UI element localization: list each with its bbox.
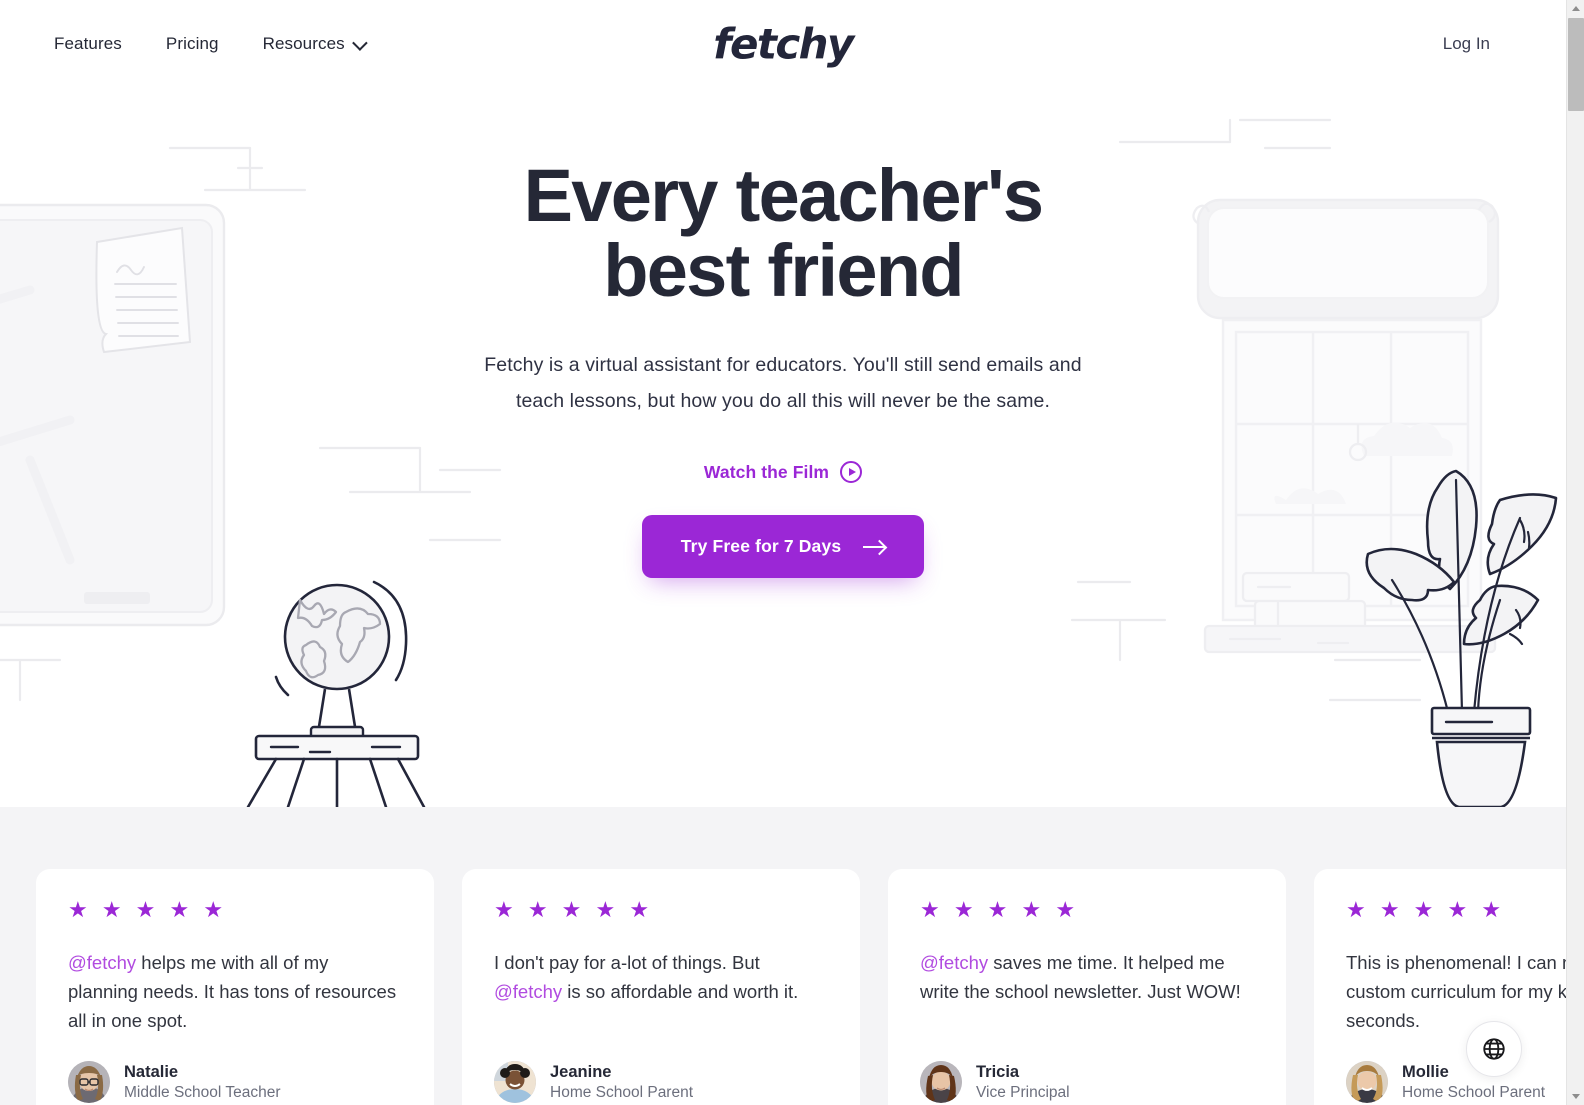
hero-subhead: Fetchy is a virtual assistant for educat… (484, 353, 1082, 412)
star-rating-icon: ★ ★ ★ ★ ★ (68, 897, 228, 922)
quote-after: is so affordable and worth it. (562, 981, 799, 1003)
quote-before: I don't pay for a-lot of things. But (494, 952, 760, 973)
nav-item-pricing[interactable]: Pricing (166, 34, 219, 54)
star-rating-icon: ★ ★ ★ ★ ★ (494, 897, 654, 922)
avatar (1346, 1061, 1388, 1103)
top-navbar: Features Pricing Resources fetchy Log In (0, 0, 1566, 88)
arrow-right-icon (863, 545, 886, 548)
scroll-up-arrow-icon[interactable] (1567, 0, 1584, 17)
chevron-down-icon (351, 34, 368, 51)
nav-item-features-label: Features (54, 34, 122, 53)
testimonial-card: ★ ★ ★ ★ ★ I don't pay for a-lot of thing… (462, 869, 860, 1105)
try-free-button[interactable]: Try Free for 7 Days (642, 515, 924, 579)
author-name: Jeanine (550, 1062, 612, 1081)
testimonial-author: Tricia Vice Principal (920, 1039, 1254, 1105)
nav-item-resources-label: Resources (262, 34, 345, 53)
scroll-down-arrow-icon[interactable] (1567, 1088, 1584, 1105)
star-rating-icon: ★ ★ ★ ★ ★ (920, 897, 1080, 922)
testimonial-quote: @fetchy saves me time. It helped me writ… (920, 948, 1254, 1006)
hero-content: Every teacher's best friend Fetchy is a … (0, 0, 1566, 807)
try-free-label: Try Free for 7 Days (680, 536, 842, 557)
page-viewport: Every teacher's best friend Fetchy is a … (0, 0, 1566, 1105)
testimonial-card: ★ ★ ★ ★ ★ @fetchy helps me with all of m… (36, 869, 434, 1105)
globe-icon (1483, 1038, 1505, 1060)
avatar (494, 1061, 536, 1103)
avatar (920, 1061, 962, 1103)
vertical-scrollbar[interactable] (1566, 0, 1584, 1105)
testimonial-card: ★ ★ ★ ★ ★ This is phenomenal! I can make… (1314, 869, 1566, 1105)
testimonial-quote: I don't pay for a-lot of things. But @fe… (494, 948, 828, 1006)
scrollbar-thumb[interactable] (1568, 18, 1584, 111)
avatar (68, 1061, 110, 1103)
author-role: Home School Parent (1402, 1083, 1546, 1101)
fetchy-handle[interactable]: @fetchy (494, 981, 562, 1002)
brand-logo[interactable]: fetchy (713, 20, 854, 69)
testimonial-author: Natalie Middle School Teacher (68, 1039, 402, 1105)
testimonial-author: Jeanine Home School Parent (494, 1039, 828, 1105)
nav-item-pricing-label: Pricing (165, 34, 219, 53)
language-globe-button[interactable] (1466, 1021, 1522, 1077)
author-name: Natalie (124, 1062, 179, 1081)
author-name: Tricia (976, 1062, 1020, 1081)
nav-item-resources[interactable]: Resources (262, 34, 368, 54)
testimonial-quote: @fetchy helps me with all of my planning… (68, 948, 402, 1036)
nav-item-features[interactable]: Features (54, 34, 122, 54)
quote-before: This is phenomenal! I can make a custom … (1346, 952, 1566, 1032)
testimonials-section: ★ ★ ★ ★ ★ @fetchy helps me with all of m… (0, 807, 1566, 1105)
author-role: Vice Principal (976, 1083, 1070, 1101)
hero-section: Every teacher's best friend Fetchy is a … (0, 0, 1566, 807)
fetchy-handle[interactable]: @fetchy (920, 952, 988, 973)
watch-the-film-label: Watch the Film (703, 461, 830, 482)
author-role: Middle School Teacher (124, 1083, 281, 1101)
testimonial-author: Mollie Home School Parent (1346, 1039, 1566, 1105)
log-in-link[interactable]: Log In (1443, 34, 1490, 54)
nav-links: Features Pricing Resources (54, 34, 368, 54)
fetchy-handle[interactable]: @fetchy (68, 952, 136, 973)
watch-the-film-link[interactable]: Watch the Film (703, 461, 863, 484)
author-role: Home School Parent (550, 1083, 694, 1101)
testimonial-carousel[interactable]: ★ ★ ★ ★ ★ @fetchy helps me with all of m… (36, 869, 1566, 1105)
page-title: Every teacher's best friend (523, 154, 1044, 313)
testimonial-card: ★ ★ ★ ★ ★ @fetchy saves me time. It help… (888, 869, 1286, 1105)
testimonial-quote: This is phenomenal! I can make a custom … (1346, 948, 1566, 1036)
play-circle-icon (840, 461, 863, 484)
star-rating-icon: ★ ★ ★ ★ ★ (1346, 897, 1506, 922)
